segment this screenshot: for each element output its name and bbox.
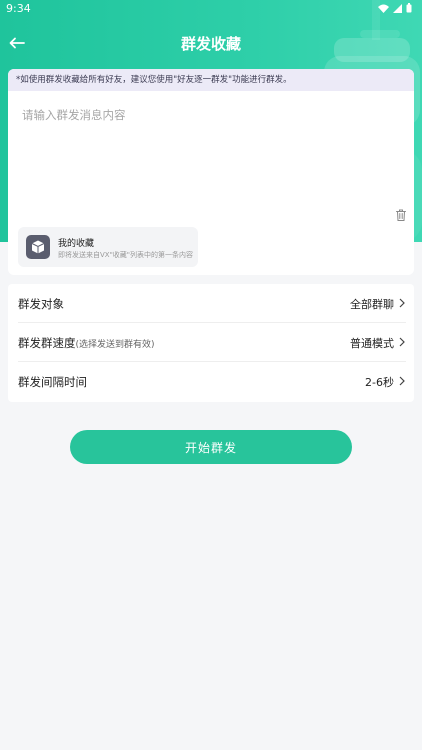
setting-label: 群发间隔时间 <box>18 375 87 389</box>
setting-row-interval[interactable]: 群发间隔时间 2-6秒 <box>18 362 406 401</box>
chevron-right-icon <box>399 376 405 386</box>
setting-label: 群发对象 <box>18 297 64 311</box>
setting-row-target[interactable]: 群发对象 全部群聊 <box>18 284 406 323</box>
message-input[interactable] <box>8 91 414 187</box>
battery-icon <box>406 3 412 13</box>
nav-bar: 群发收藏 <box>0 22 422 64</box>
status-time: 9:34 <box>6 2 31 15</box>
favorite-subtitle: 即将发送来自VX"收藏"列表中的第一条内容 <box>58 251 194 259</box>
setting-value: 全部群聊 <box>350 298 394 311</box>
page-title: 群发收藏 <box>180 35 241 53</box>
setting-value: 2-6秒 <box>365 376 394 389</box>
status-icons <box>378 3 412 13</box>
notice-banner: *如使用群发收藏给所有好友，建议您使用"好友逐一群发"功能进行群发。 <box>8 69 414 91</box>
setting-row-speed[interactable]: 群发群速度(选择发送到群有效) 普通模式 <box>18 323 406 362</box>
trash-icon[interactable] <box>394 208 408 222</box>
favorite-title: 我的收藏 <box>58 239 95 249</box>
favorite-card[interactable]: 我的收藏 即将发送来自VX"收藏"列表中的第一条内容 <box>18 227 198 267</box>
status-bar: 9:34 <box>0 0 422 18</box>
setting-hint: (选择发送到群有效) <box>75 340 155 350</box>
setting-label: 群发群速度(选择发送到群有效) <box>18 335 155 351</box>
wifi-icon <box>378 4 389 13</box>
compose-card: *如使用群发收藏给所有好友，建议您使用"好友逐一群发"功能进行群发。 我的收藏 … <box>8 69 414 275</box>
settings-card: 群发对象 全部群聊 群发群速度(选择发送到群有效) 普通模式 群发间隔时间 2-… <box>8 284 414 402</box>
setting-label-text: 群发群速度 <box>18 336 76 350</box>
start-broadcast-button[interactable]: 开始群发 <box>70 430 352 464</box>
chevron-right-icon <box>399 337 405 347</box>
cube-box-icon <box>26 235 50 259</box>
signal-icon <box>393 3 402 13</box>
setting-value: 普通模式 <box>350 337 394 350</box>
chevron-right-icon <box>399 298 405 308</box>
